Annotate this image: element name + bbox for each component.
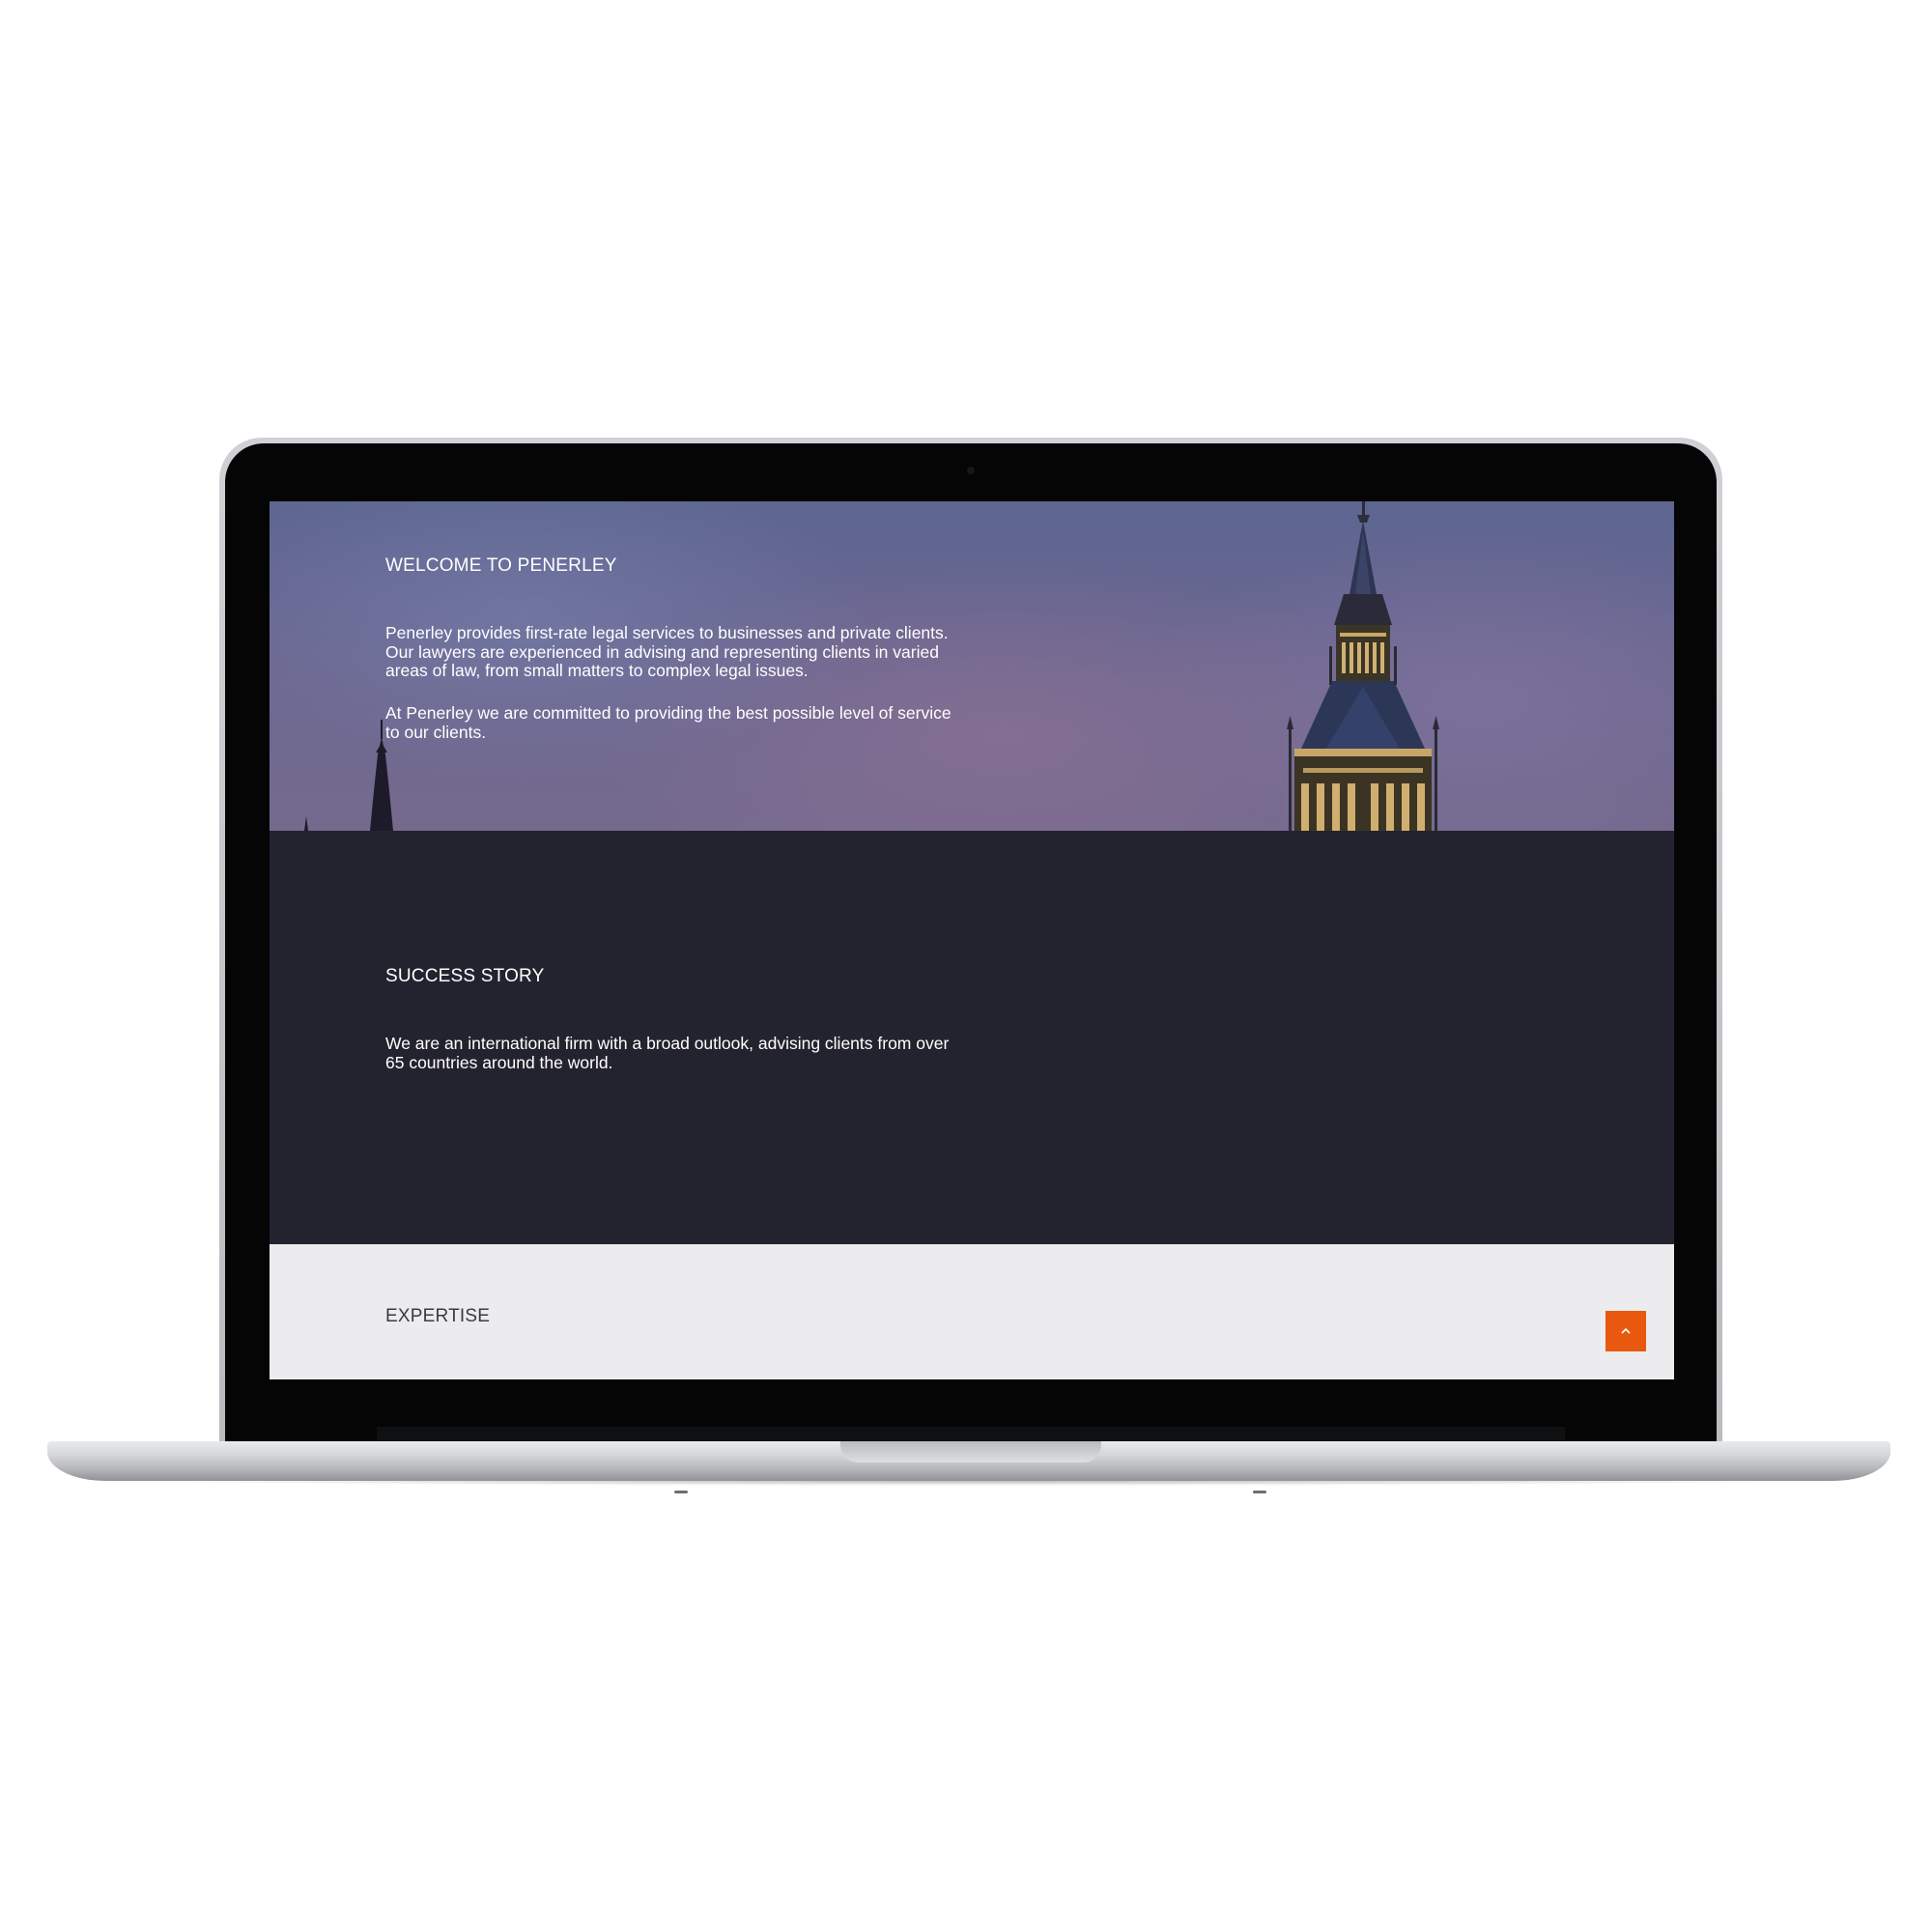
expertise-title: EXPERTISE [385,1306,491,1326]
success-story-section: SUCCESS STORY We are an international fi… [270,831,1674,1244]
chevron-up-icon [1621,1327,1631,1334]
website-screen: WELCOME TO PENERLEY Penerley provides fi… [270,501,1674,1379]
laptop-opening-notch [840,1441,1101,1463]
laptop-foot-right [1253,1491,1266,1493]
hero-paragraph-2: At Penerley we are committed to providin… [385,703,952,742]
hero-paragraph-1: Penerley provides first-rate legal servi… [385,623,949,680]
success-story-title: SUCCESS STORY [385,966,545,986]
success-story-text: We are an international firm with a broa… [385,1034,950,1072]
bezel-bottom-strip [377,1427,1565,1442]
laptop-mockup: WELCOME TO PENERLEY Penerley provides fi… [0,0,1932,1932]
camera [967,467,975,474]
hero-section: WELCOME TO PENERLEY Penerley provides fi… [270,501,1674,831]
scroll-to-top-button[interactable] [1605,1311,1646,1351]
hero-title: WELCOME TO PENERLEY [385,555,617,576]
laptop-foot-left [674,1491,688,1493]
expertise-section: EXPERTISE [270,1244,1674,1379]
